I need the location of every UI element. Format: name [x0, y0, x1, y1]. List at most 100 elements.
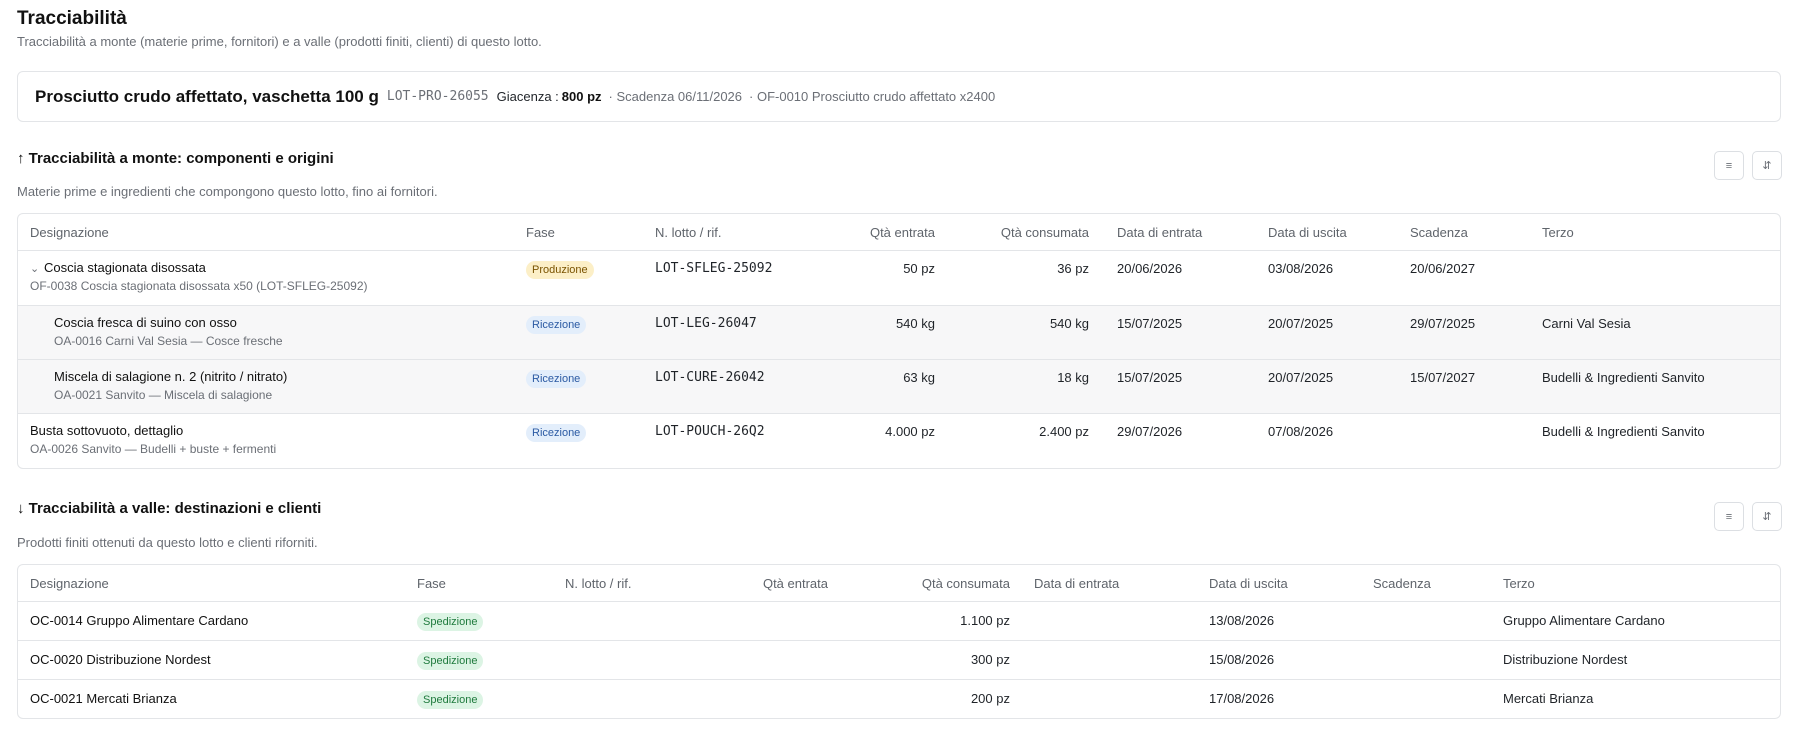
- row-qty-used: 1.100 pz: [960, 613, 1010, 628]
- lot-expiry: · Scadenza 06/11/2026: [608, 89, 743, 104]
- lot-summary-card: Prosciutto crudo affettato, vaschetta 10…: [17, 71, 1781, 122]
- row-date-out: 15/08/2026: [1209, 652, 1275, 667]
- table-row[interactable]: OC-0021 Mercati Brianza Spedizione 200 p…: [18, 680, 1780, 718]
- page-subtitle: Tracciabilità a monte (materie prime, fo…: [17, 34, 542, 49]
- row-qty-in: 4.000 pz: [885, 424, 935, 439]
- phase-badge: Ricezione: [526, 424, 587, 442]
- row-sub: OF-0038 Coscia stagionata disossata x50 …: [30, 279, 368, 293]
- lot-name: Prosciutto crudo affettato, vaschetta 10…: [35, 86, 379, 106]
- row-date-out: 20/07/2025: [1268, 316, 1334, 331]
- sort-icon: ⇵: [1762, 160, 1772, 172]
- table-row[interactable]: Miscela di salagione n. 2 (nitrito / nit…: [18, 360, 1780, 414]
- row-name: Busta sottovuoto, dettaglio: [30, 423, 184, 438]
- upstream-table: Designazione Fase N. lotto / rif. Qtà en…: [17, 213, 1781, 469]
- row-date-in: 29/07/2026: [1117, 424, 1183, 439]
- lot-code: LOT-PRO-26055: [386, 89, 489, 104]
- col-lotto[interactable]: N. lotto / rif.: [565, 565, 631, 602]
- phase-badge: Ricezione: [526, 316, 587, 334]
- row-name: OC-0020 Distribuzione Nordest: [30, 652, 211, 667]
- row-name: OC-0021 Mercati Brianza: [30, 691, 177, 706]
- col-lotto[interactable]: N. lotto / rif.: [655, 214, 721, 251]
- row-party: Budelli & Ingredienti Sanvito: [1542, 370, 1705, 385]
- table-row[interactable]: OC-0020 Distribuzione Nordest Spedizione…: [18, 641, 1780, 680]
- col-fase[interactable]: Fase: [417, 565, 446, 602]
- col-qta-consumata[interactable]: Qtà consumata: [1001, 214, 1089, 251]
- row-name: OC-0014 Gruppo Alimentare Cardano: [30, 613, 249, 628]
- table-row[interactable]: Coscia fresca di suino con osso OA-0016 …: [18, 306, 1780, 360]
- row-lot: LOT-POUCH-26Q2: [655, 424, 765, 439]
- row-party: Distribuzione Nordest: [1503, 652, 1628, 667]
- row-name: Coscia stagionata disossata: [44, 260, 206, 275]
- upstream-section-title: ↑ Tracciabilità a monte: componenti e or…: [17, 150, 334, 167]
- col-terzo[interactable]: Terzo: [1542, 214, 1574, 251]
- phase-badge: Produzione: [526, 261, 594, 279]
- col-qta-entrata[interactable]: Qtà entrata: [763, 565, 828, 602]
- list-icon: ≡: [1725, 159, 1733, 172]
- stock-value: 800 pz: [561, 89, 602, 104]
- row-name: Coscia fresca di suino con osso: [54, 315, 237, 330]
- row-expiry: 20/06/2027: [1410, 261, 1476, 276]
- table-row[interactable]: ⌄ Coscia stagionata disossata OF-0038 Cos…: [18, 251, 1780, 306]
- col-data-uscita[interactable]: Data di uscita: [1268, 214, 1347, 251]
- phase-badge: Spedizione: [417, 691, 484, 709]
- row-qty-used: 18 kg: [1057, 370, 1089, 385]
- table-row[interactable]: OC-0014 Gruppo Alimentare Cardano Spediz…: [18, 602, 1780, 641]
- chevron-down-icon[interactable]: ⌄: [30, 262, 44, 275]
- page-title: Tracciabilità: [17, 8, 127, 29]
- row-lot: LOT-SFLEG-25092: [655, 261, 773, 276]
- row-date-out: 03/08/2026: [1268, 261, 1334, 276]
- downstream-table: Designazione Fase N. lotto / rif. Qtà en…: [17, 564, 1781, 719]
- col-data-entrata[interactable]: Data di entrata: [1034, 565, 1119, 602]
- row-qty-in: 63 kg: [903, 370, 935, 385]
- row-date-in: 20/06/2026: [1117, 261, 1183, 276]
- row-name: Miscela di salagione n. 2 (nitrito / nit…: [54, 369, 288, 384]
- downstream-list-view-button[interactable]: ≡: [1714, 502, 1744, 531]
- table-row[interactable]: Busta sottovuoto, dettaglio OA-0026 Sanv…: [18, 414, 1780, 468]
- col-data-uscita[interactable]: Data di uscita: [1209, 565, 1288, 602]
- sort-icon: ⇵: [1762, 511, 1772, 523]
- row-date-out: 13/08/2026: [1209, 613, 1275, 628]
- row-lot: LOT-CURE-26042: [655, 370, 765, 385]
- row-qty-used: 300 pz: [970, 652, 1010, 667]
- downstream-section-subtitle: Prodotti finiti ottenuti da questo lotto…: [17, 535, 318, 550]
- downstream-sort-button[interactable]: ⇵: [1752, 502, 1782, 531]
- col-scadenza[interactable]: Scadenza: [1373, 565, 1431, 602]
- upstream-section-subtitle: Materie prime e ingredienti che compongo…: [17, 184, 438, 199]
- downstream-section-title: ↓ Tracciabilità a valle: destinazioni e …: [17, 500, 322, 517]
- lot-order: · OF-0010 Prosciutto crudo affettato x24…: [749, 89, 996, 104]
- row-date-out: 20/07/2025: [1268, 370, 1334, 385]
- col-designazione[interactable]: Designazione: [30, 565, 109, 602]
- upstream-sort-button[interactable]: ⇵: [1752, 151, 1782, 180]
- row-sub: OA-0026 Sanvito — Budelli + buste + ferm…: [30, 442, 277, 456]
- row-expiry: 15/07/2027: [1410, 370, 1476, 385]
- row-date-out: 17/08/2026: [1209, 691, 1275, 706]
- phase-badge: Spedizione: [417, 613, 484, 631]
- row-qty-used: 2.400 pz: [1039, 424, 1089, 439]
- col-designazione[interactable]: Designazione: [30, 214, 109, 251]
- row-qty-in: 50 pz: [903, 261, 935, 276]
- stock-label: Giacenza :: [496, 89, 559, 104]
- phase-badge: Spedizione: [417, 652, 484, 670]
- row-qty-used: 36 pz: [1057, 261, 1089, 276]
- col-qta-entrata[interactable]: Qtà entrata: [870, 214, 935, 251]
- table-header: Designazione Fase N. lotto / rif. Qtà en…: [18, 214, 1780, 251]
- row-date-out: 07/08/2026: [1268, 424, 1334, 439]
- phase-badge: Ricezione: [526, 370, 587, 388]
- row-party: Carni Val Sesia: [1542, 316, 1631, 331]
- row-date-in: 15/07/2025: [1117, 316, 1183, 331]
- table-header: Designazione Fase N. lotto / rif. Qtà en…: [18, 565, 1780, 602]
- row-qty-in: 540 kg: [895, 316, 935, 331]
- col-data-entrata[interactable]: Data di entrata: [1117, 214, 1202, 251]
- row-sub: OA-0016 Carni Val Sesia — Cosce fresche: [54, 334, 283, 348]
- upstream-list-view-button[interactable]: ≡: [1714, 151, 1744, 180]
- col-qta-consumata[interactable]: Qtà consumata: [922, 565, 1010, 602]
- col-terzo[interactable]: Terzo: [1503, 565, 1535, 602]
- col-fase[interactable]: Fase: [526, 214, 555, 251]
- row-qty-used: 200 pz: [970, 691, 1010, 706]
- col-scadenza[interactable]: Scadenza: [1410, 214, 1468, 251]
- row-party: Gruppo Alimentare Cardano: [1503, 613, 1665, 628]
- list-icon: ≡: [1725, 510, 1733, 523]
- row-expiry: 29/07/2025: [1410, 316, 1476, 331]
- row-party: Mercati Brianza: [1503, 691, 1594, 706]
- row-date-in: 15/07/2025: [1117, 370, 1183, 385]
